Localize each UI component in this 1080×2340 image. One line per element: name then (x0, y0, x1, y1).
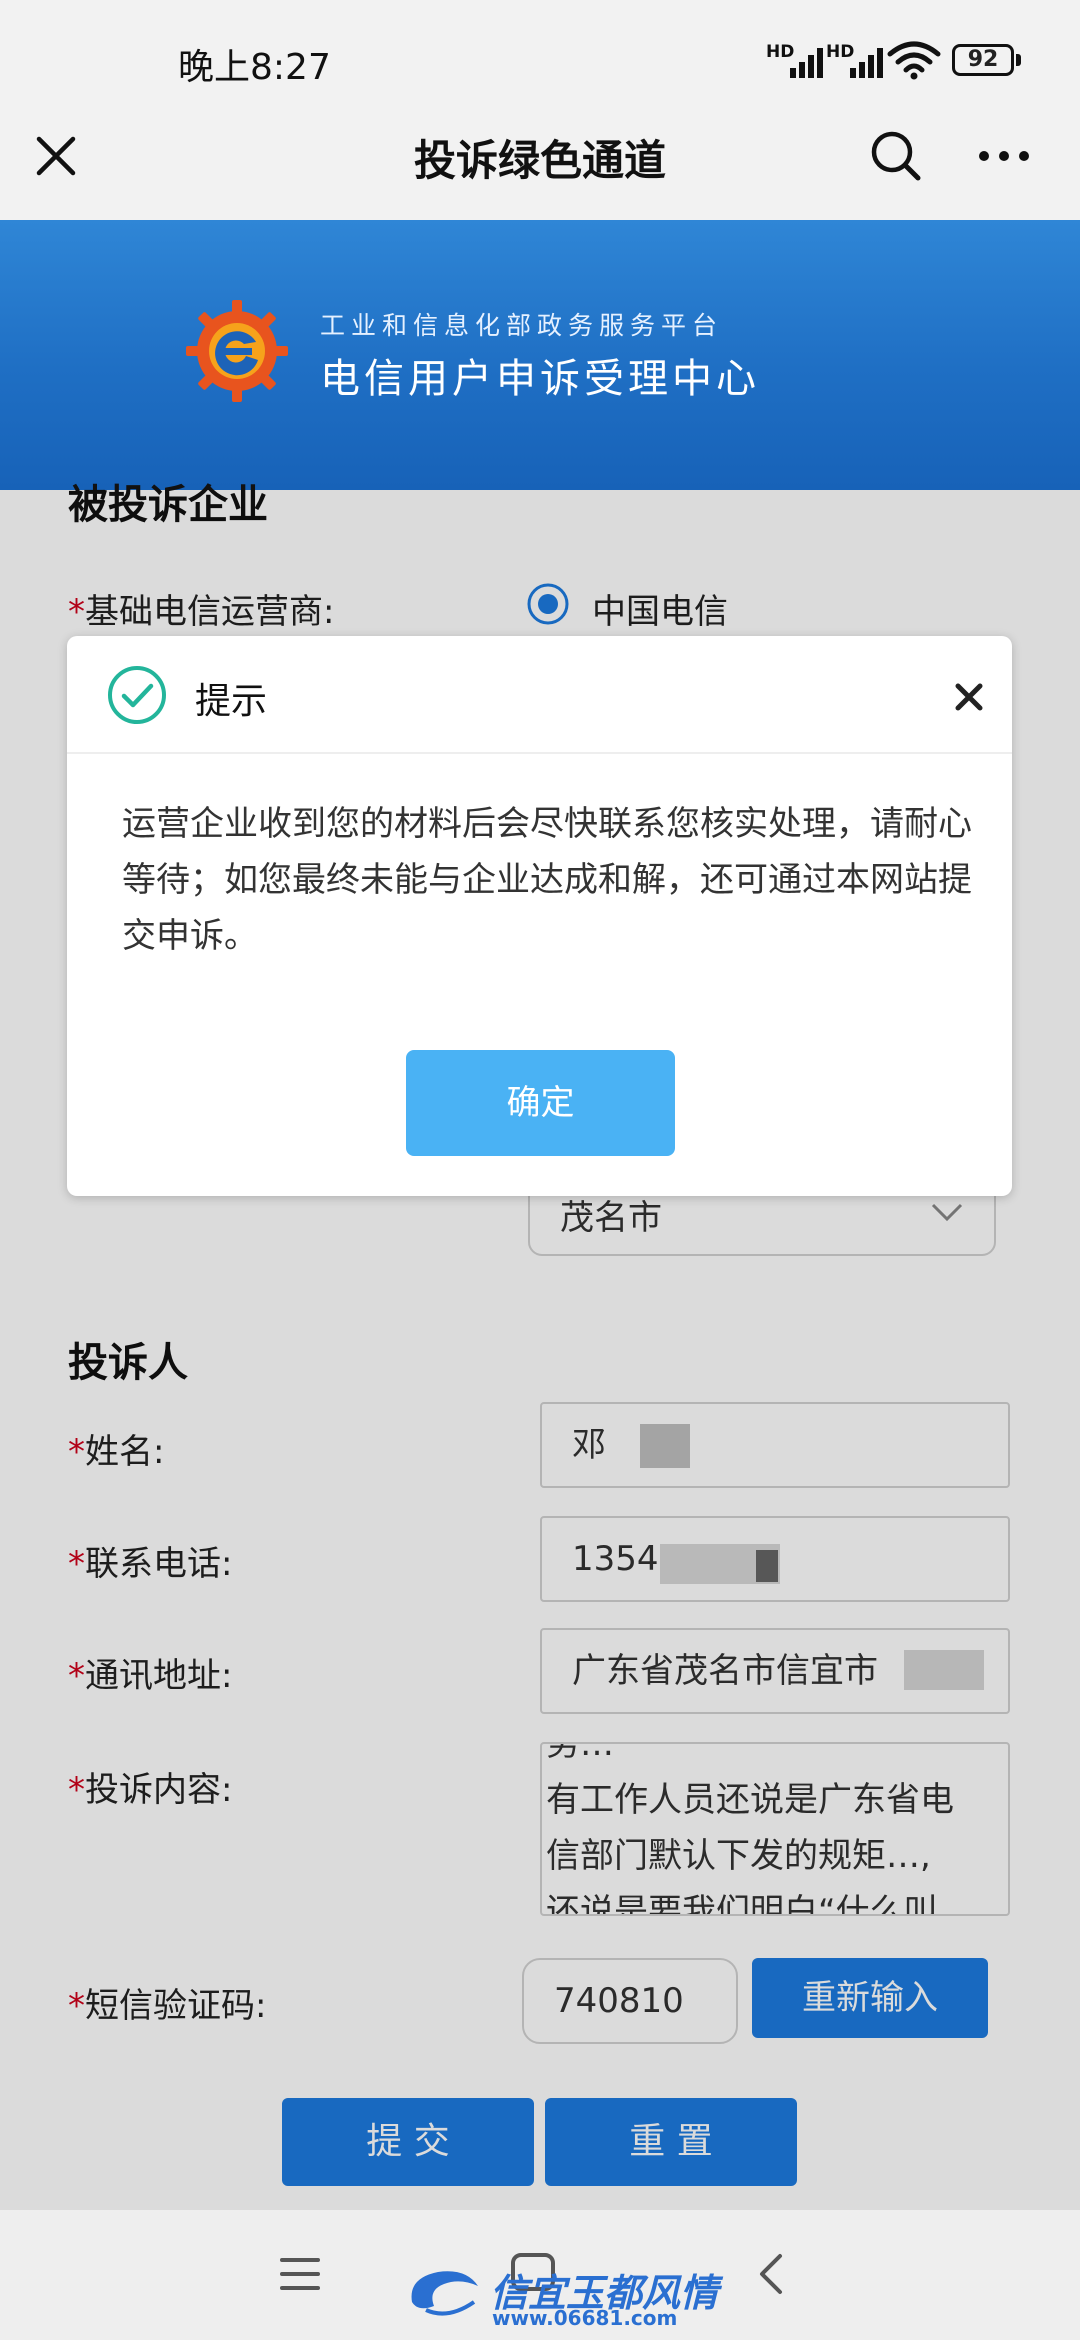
signal-icon-1 (790, 44, 830, 78)
banner-title: 电信用户申诉受理中心 (320, 356, 760, 402)
status-time: 晚上8:27 (178, 47, 331, 88)
search-icon[interactable] (868, 128, 924, 184)
watermark-url: www.06681.com (492, 2306, 678, 2330)
wifi-icon (887, 41, 941, 80)
dialog-title: 提示 (195, 681, 268, 722)
dialog-divider (67, 752, 1012, 754)
watermark-logo-icon (411, 2271, 478, 2316)
menu-icon[interactable] (280, 2254, 320, 2294)
dialog-close-icon[interactable] (954, 682, 984, 712)
dialog-confirm-button[interactable]: 确定 (406, 1050, 675, 1156)
battery-icon: 92 (952, 44, 1014, 76)
check-circle-icon (108, 666, 166, 724)
dialog-message: 运营企业收到您的材料后会尽快联系您核实处理，请耐心等待；如您最终未能与企业达成和… (122, 804, 972, 956)
signal-icon-2 (850, 44, 890, 78)
battery-nub (1016, 54, 1021, 66)
more-icon[interactable] (976, 146, 1032, 166)
miit-logo-icon (186, 300, 288, 402)
banner-subtitle: 工业和信息化部政务服务平台 (320, 311, 724, 340)
back-icon[interactable] (756, 2252, 786, 2296)
